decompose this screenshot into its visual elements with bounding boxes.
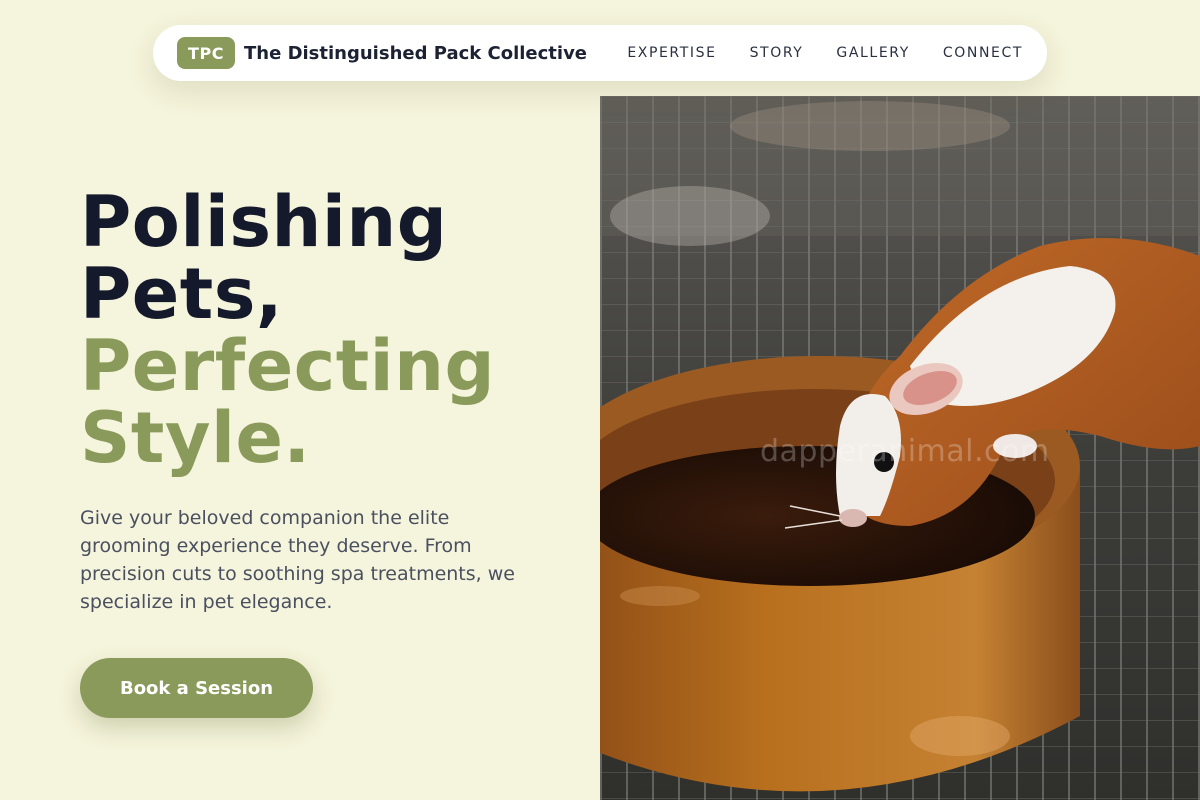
nav-link-connect[interactable]: CONNECT [943,45,1023,61]
nav-link-story[interactable]: STORY [750,45,804,61]
nav-link-expertise[interactable]: EXPERTISE [627,45,716,61]
hero-subtext: Give your beloved companion the elite gr… [80,507,515,613]
image-watermark: dapperanimal.com [760,434,1050,469]
nav-links: EXPERTISE STORY GALLERY CONNECT [627,45,1023,61]
nav-link-gallery[interactable]: GALLERY [836,45,909,61]
top-navbar: TPC The Distinguished Pack Collective EX… [153,25,1047,81]
brand-logo[interactable]: TPC The Distinguished Pack Collective [177,37,587,69]
brand-badge: TPC [177,37,235,69]
headline-line-2: Pets, [80,253,283,335]
hero-content: Polishing Pets, Perfecting Style. Give y… [80,186,560,718]
book-session-button[interactable]: Book a Session [80,658,313,718]
hero-headline: Polishing Pets, Perfecting Style. [80,186,560,474]
brand-name: The Distinguished Pack Collective [244,42,588,64]
headline-line-3: Perfecting [80,325,496,407]
headline-line-1: Polishing [80,181,448,263]
hero-image-guinea-pig: dapperanimal.com [600,96,1200,800]
headline-line-4: Style. [80,397,311,479]
page: TPC The Distinguished Pack Collective EX… [0,0,1200,800]
